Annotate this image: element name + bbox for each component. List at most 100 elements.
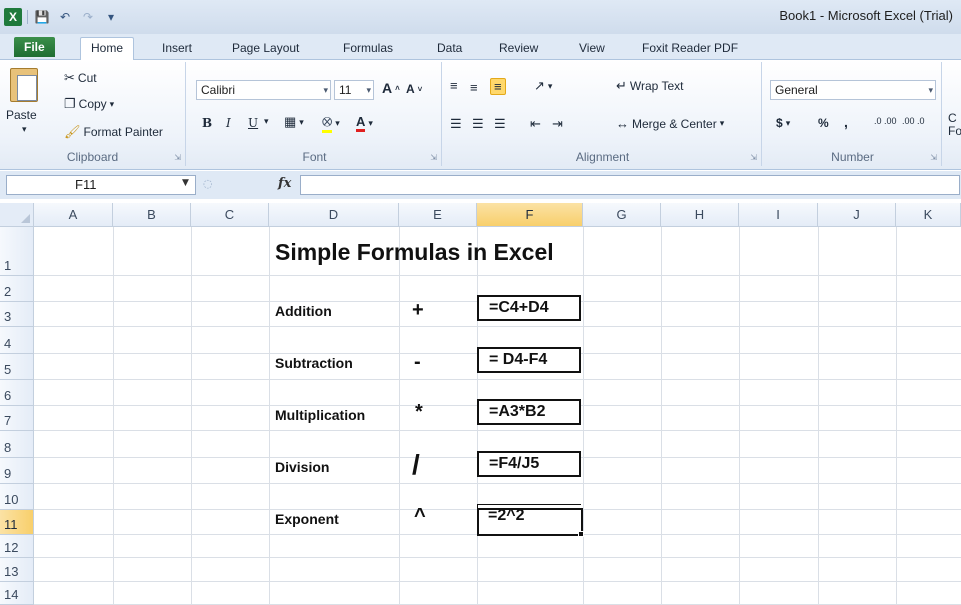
column-header-i[interactable]: I bbox=[739, 203, 818, 227]
operation-label-exponent[interactable]: Exponent bbox=[275, 511, 339, 527]
fill-handle[interactable] bbox=[578, 531, 584, 537]
row-header-1[interactable]: 1 bbox=[0, 227, 34, 276]
currency-button[interactable]: $ ▾ bbox=[776, 116, 790, 130]
operator-divide[interactable]: / bbox=[412, 449, 420, 481]
increase-decimal-button[interactable]: .0 .00 bbox=[874, 116, 897, 126]
underline-button[interactable]: U bbox=[248, 116, 258, 130]
undo-icon[interactable]: ↶ bbox=[56, 8, 74, 26]
underline-dropdown-icon[interactable]: ▾ bbox=[264, 116, 269, 127]
formula-cell-subtraction[interactable]: = D4-F4 bbox=[477, 347, 581, 373]
paste-icon[interactable] bbox=[10, 68, 38, 102]
operation-label-multiplication[interactable]: Multiplication bbox=[275, 407, 365, 423]
tab-formulas[interactable]: Formulas bbox=[343, 39, 393, 60]
row-header-13[interactable]: 13 bbox=[0, 558, 34, 582]
active-cell-outline[interactable] bbox=[477, 508, 583, 536]
column-header-b[interactable]: B bbox=[113, 203, 191, 227]
tab-data[interactable]: Data bbox=[437, 39, 462, 60]
customize-qat-icon[interactable]: ▾ bbox=[102, 8, 120, 26]
comma-button[interactable]: , bbox=[844, 114, 848, 130]
operation-label-subtraction[interactable]: Subtraction bbox=[275, 355, 353, 371]
column-header-g[interactable]: G bbox=[583, 203, 661, 227]
merge-center-button[interactable]: ↔ Merge & Center ▾ bbox=[616, 116, 724, 131]
column-header-e[interactable]: E bbox=[399, 203, 477, 227]
row-header-9[interactable]: 9 bbox=[0, 458, 34, 484]
row-header-3[interactable]: 3 bbox=[0, 302, 34, 327]
font-launcher-icon[interactable]: ⇲ bbox=[430, 153, 437, 162]
format-painter-button[interactable]: 🖌 Format Painter bbox=[64, 124, 163, 140]
operation-label-addition[interactable]: Addition bbox=[275, 303, 332, 319]
row-header-4[interactable]: 4 bbox=[0, 327, 34, 354]
name-box-dropdown-icon[interactable]: ▼ bbox=[182, 178, 189, 188]
clipboard-launcher-icon[interactable]: ⇲ bbox=[174, 153, 181, 162]
wrap-text-button[interactable]: ↵ Wrap Text bbox=[616, 78, 683, 94]
font-name-combo[interactable]: Calibri ▾ bbox=[196, 80, 331, 100]
formula-expand-icon[interactable]: ◌ bbox=[203, 177, 213, 190]
name-box[interactable]: F11 bbox=[6, 175, 196, 195]
decrease-decimal-button[interactable]: .00 .0 bbox=[902, 116, 925, 126]
align-right-button[interactable]: ☰ bbox=[494, 116, 506, 132]
sheet-title-cell[interactable]: Simple Formulas in Excel bbox=[275, 239, 554, 266]
row-header-8[interactable]: 8 bbox=[0, 431, 34, 458]
column-header-d[interactable]: D bbox=[269, 203, 399, 227]
column-header-k[interactable]: K bbox=[896, 203, 961, 227]
column-header-j[interactable]: J bbox=[818, 203, 896, 227]
formula-cell-multiplication[interactable]: =A3*B2 bbox=[477, 399, 581, 425]
number-format-combo[interactable]: General ▾ bbox=[770, 80, 936, 100]
row-header-14[interactable]: 14 bbox=[0, 582, 34, 605]
align-left-button[interactable]: ☰ bbox=[450, 116, 462, 132]
copy-button[interactable]: ❐ Copy ▾ bbox=[64, 96, 114, 112]
increase-indent-button[interactable]: ⇥ bbox=[552, 116, 563, 132]
conditional-formatting-button[interactable]: C Fo bbox=[948, 112, 961, 138]
tab-page-layout[interactable]: Page Layout bbox=[232, 39, 299, 60]
alignment-launcher-icon[interactable]: ⇲ bbox=[750, 153, 757, 162]
orientation-button[interactable]: ↗ ▾ bbox=[534, 78, 552, 94]
shrink-font-button[interactable]: A ˅ bbox=[406, 82, 422, 96]
fill-color-button[interactable]: ⭙ ▾ bbox=[322, 114, 340, 133]
number-launcher-icon[interactable]: ⇲ bbox=[930, 153, 937, 162]
operation-label-division[interactable]: Division bbox=[275, 459, 329, 475]
formula-cell-addition[interactable]: =C4+D4 bbox=[477, 295, 581, 321]
row-header-6[interactable]: 6 bbox=[0, 380, 34, 406]
borders-button[interactable]: ▦ ▾ bbox=[284, 114, 304, 130]
save-icon[interactable]: 💾 bbox=[33, 8, 51, 26]
tab-view[interactable]: View bbox=[579, 39, 605, 60]
operator-minus[interactable]: - bbox=[414, 351, 421, 374]
tab-insert[interactable]: Insert bbox=[162, 39, 192, 60]
italic-button[interactable]: I bbox=[226, 116, 231, 130]
insert-function-button[interactable]: fx bbox=[278, 176, 291, 191]
select-all-button[interactable] bbox=[0, 203, 34, 227]
row-header-7[interactable]: 7 bbox=[0, 406, 34, 431]
cut-button[interactable]: ✂ Cut bbox=[64, 70, 97, 86]
font-size-combo[interactable]: 11 ▾ bbox=[334, 80, 374, 100]
row-header-12[interactable]: 12 bbox=[0, 535, 34, 558]
row-header-10[interactable]: 10 bbox=[0, 484, 34, 510]
font-color-button[interactable]: A ▾ bbox=[356, 114, 373, 132]
column-header-h[interactable]: H bbox=[661, 203, 739, 227]
redo-icon[interactable]: ↷ bbox=[79, 8, 97, 26]
grow-font-button[interactable]: A ˄ bbox=[382, 80, 400, 96]
row-header-5[interactable]: 5 bbox=[0, 354, 34, 380]
align-top-button[interactable]: ≡ bbox=[450, 78, 458, 93]
bold-button[interactable]: B bbox=[202, 116, 212, 130]
column-header-c[interactable]: C bbox=[191, 203, 269, 227]
align-bottom-button[interactable]: ≡ bbox=[490, 78, 506, 95]
operator-plus[interactable]: + bbox=[412, 299, 424, 322]
formula-input[interactable] bbox=[300, 175, 960, 195]
excel-logo-icon[interactable]: X bbox=[4, 8, 22, 26]
row-header-2[interactable]: 2 bbox=[0, 276, 34, 302]
column-header-f[interactable]: F bbox=[477, 203, 583, 227]
decrease-indent-button[interactable]: ⇤ bbox=[530, 116, 541, 132]
align-center-button[interactable]: ☰ bbox=[472, 116, 484, 132]
row-header-11[interactable]: 11 bbox=[0, 510, 34, 535]
tab-file[interactable]: File bbox=[14, 37, 55, 57]
formula-cell-division[interactable]: =F4/J5 bbox=[477, 451, 581, 477]
align-middle-button[interactable]: ≡ bbox=[470, 80, 478, 95]
operator-exponent[interactable]: ^ bbox=[414, 505, 426, 528]
tab-review[interactable]: Review bbox=[499, 39, 538, 60]
tab-foxit-reader-pdf[interactable]: Foxit Reader PDF bbox=[642, 39, 738, 60]
tab-home[interactable]: Home bbox=[80, 37, 135, 60]
percent-button[interactable]: % bbox=[818, 116, 829, 130]
paste-button[interactable]: Paste bbox=[6, 108, 37, 122]
operator-multiply[interactable]: * bbox=[415, 401, 423, 424]
paste-dropdown-icon[interactable]: ▾ bbox=[22, 124, 27, 135]
